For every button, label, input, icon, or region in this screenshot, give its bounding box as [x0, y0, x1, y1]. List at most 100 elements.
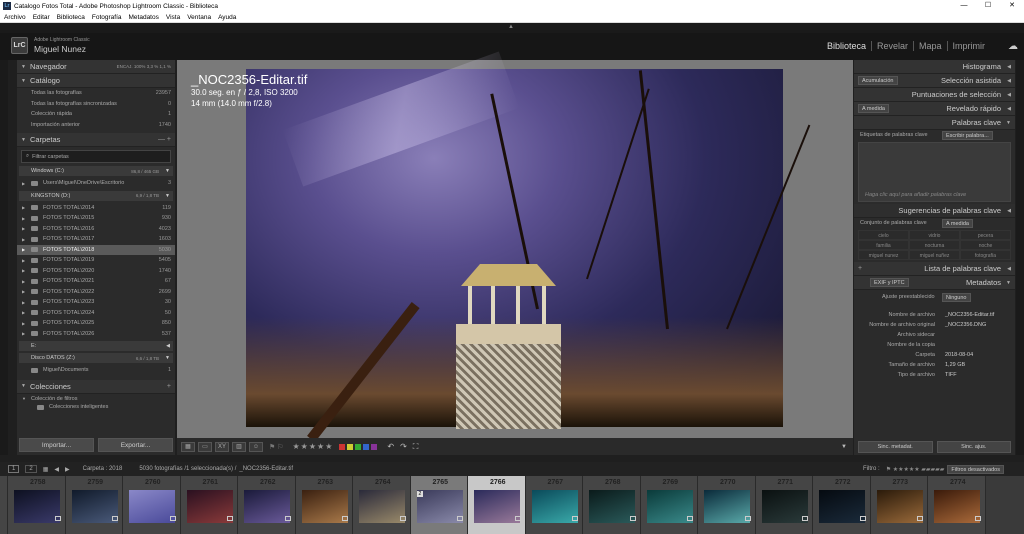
import-button[interactable]: Importar...	[19, 438, 94, 452]
filmstrip-thumbnail[interactable]: 2758	[8, 476, 66, 534]
module-biblioteca[interactable]: Biblioteca	[822, 41, 871, 51]
collection-item[interactable]: Colecciones inteligentes	[17, 404, 175, 410]
folder-path[interactable]: Carpeta : 2018	[83, 466, 123, 472]
sync-metadata-button[interactable]: Sinc. metadat.	[858, 441, 933, 453]
menu-ayuda[interactable]: Ayuda	[218, 14, 236, 21]
expand-arrow-icon[interactable]: ▶	[22, 300, 25, 305]
grid-view-icon[interactable]: ▦	[181, 441, 195, 452]
folder-item[interactable]: ▶ FOTOS TOTAL\2021 67	[17, 276, 175, 287]
metadata-field[interactable]: Nombre de archivo original _NOC2356.DNG	[854, 320, 1015, 330]
metadata-field[interactable]: Carpeta 2018-08-04	[854, 350, 1015, 360]
menu-archivo[interactable]: Archivo	[4, 14, 26, 21]
page-1-button[interactable]: 1	[8, 465, 20, 473]
expand-arrow-icon[interactable]: ▶	[22, 331, 25, 336]
rating-stars[interactable]: ★★★★★	[293, 442, 334, 451]
label-blue[interactable]	[363, 443, 370, 450]
module-revelar[interactable]: Revelar	[870, 41, 913, 51]
folders-header[interactable]: ▼ Carpetas — +	[17, 133, 175, 147]
folder-item[interactable]: ▶ Users\Miguel\OneDrive\Escritorio 3	[17, 178, 175, 189]
quick-develop-header[interactable]: A medida Revelado rápido ◀	[854, 102, 1015, 116]
keyword-set-item[interactable]: fotografía	[960, 250, 1011, 260]
keyword-set-item[interactable]: cielo	[858, 230, 909, 240]
keyword-set-row[interactable]: Conjunto de palabras clave A medida	[854, 218, 1015, 228]
menu-metadatos[interactable]: Metadatos	[129, 14, 159, 21]
main-photo[interactable]	[246, 51, 811, 443]
loupe-view-icon[interactable]: ▭	[198, 441, 212, 452]
back-icon[interactable]: ◀	[54, 466, 59, 473]
catalog-item[interactable]: Todas las fotografías sincronizadas 0	[17, 99, 175, 110]
folder-item[interactable]: ▶ FOTOS TOTAL\2024 50	[17, 308, 175, 319]
menu-fotografia[interactable]: Fotografía	[92, 14, 122, 21]
folder-item[interactable]: ▶ FOTOS TOTAL\2026 537	[17, 329, 175, 340]
loupe-view[interactable]: _NOC2356-Editar.tif 30.0 seg. en ƒ / 2,8…	[177, 51, 853, 443]
expand-arrow-icon[interactable]: ▶	[22, 226, 25, 231]
metadata-value[interactable]: 1,29 GB	[945, 362, 965, 368]
filmstrip-thumbnail[interactable]: 2762	[238, 476, 296, 534]
keyword-set-item[interactable]: miguel nunez	[858, 250, 909, 260]
expand-arrow-icon[interactable]: ▶	[22, 321, 25, 326]
catalog-item[interactable]: Colección rápida 1	[17, 109, 175, 120]
folder-item[interactable]: ▶ FOTOS TOTAL\2019 5405	[17, 255, 175, 266]
crop-icon[interactable]: ⛶	[413, 442, 419, 452]
volume-c[interactable]: Windows (C:) 86,8 / 465 GB ▼	[19, 166, 173, 176]
filmstrip-thumbnail[interactable]: 2761	[180, 476, 238, 534]
filmstrip-scroll-left[interactable]	[0, 476, 8, 534]
preset-row[interactable]: Ajuste preestablecido Ninguno	[854, 292, 1015, 302]
filmstrip-thumbnail[interactable]: 2763	[295, 476, 353, 534]
volume-d[interactable]: KINGSTON (D:) 6,9 / 1,8 TB ▼	[19, 190, 173, 201]
folder-item[interactable]: ▶ FOTOS TOTAL\2018 5030	[17, 244, 175, 255]
minimize-button[interactable]: —	[952, 0, 976, 12]
folder-item[interactable]: Miguel\Documents 1	[17, 365, 175, 376]
maximize-button[interactable]: ☐	[976, 0, 1000, 12]
navigator-header[interactable]: ▼ Navegador ENCAJ. 100% 3,3 % 1,1 %	[17, 60, 175, 74]
right-panel-toggle[interactable]	[1016, 60, 1024, 455]
collections-add-icon[interactable]: +	[167, 383, 171, 390]
expand-arrow-icon[interactable]: ▶	[22, 258, 25, 263]
folder-item[interactable]: ▶ FOTOS TOTAL\2023 30	[17, 297, 175, 308]
rotate-right-icon[interactable]: ↷	[400, 442, 407, 451]
ratings-header[interactable]: Puntuaciones de selección ◀	[854, 88, 1015, 102]
label-purple[interactable]	[371, 443, 378, 450]
filmstrip-thumbnail[interactable]: 2766	[468, 476, 526, 534]
collections-header[interactable]: ▼ Colecciones +	[17, 379, 175, 394]
folder-item[interactable]: ▶ FOTOS TOTAL\2022 2699	[17, 287, 175, 298]
filmstrip-thumbnail[interactable]: 2770	[698, 476, 756, 534]
filmstrip-thumbnail[interactable]: 2767	[525, 476, 583, 534]
module-mapa[interactable]: Mapa	[912, 41, 947, 51]
current-file[interactable]: _NOC2356-Editar.tif	[239, 466, 293, 472]
keyword-set-item[interactable]: vidrio	[909, 230, 960, 240]
menu-editar[interactable]: Editar	[33, 14, 50, 21]
metadata-value[interactable]: _NOC2356-Editar.tif	[945, 312, 994, 318]
folder-item[interactable]: ▶ FOTOS TOTAL\2017 1603	[17, 234, 175, 245]
module-imprimir[interactable]: Imprimir	[946, 41, 991, 51]
expand-arrow-icon[interactable]: ▶	[22, 310, 25, 315]
menu-ventana[interactable]: Ventana	[187, 14, 211, 21]
export-button[interactable]: Exportar...	[98, 438, 173, 452]
close-button[interactable]: ✕	[1000, 0, 1024, 12]
expand-arrow-icon[interactable]: ▶	[22, 289, 25, 294]
volume-e[interactable]: E: ◀	[19, 341, 173, 351]
filmstrip-thumbnail[interactable]: 2771	[755, 476, 813, 534]
keyword-set-item[interactable]: nocturna	[909, 240, 960, 250]
expand-arrow-icon[interactable]: ▶	[22, 268, 25, 273]
metadata-field[interactable]: Tipo de archivo TIFF	[854, 370, 1015, 380]
catalog-header[interactable]: ▼ Catálogo	[17, 74, 175, 88]
expand-arrow-icon[interactable]: ▶	[22, 237, 25, 242]
histogram-header[interactable]: Histograma ◀	[854, 60, 1015, 74]
expand-arrow-icon[interactable]: ▶	[22, 216, 25, 221]
catalog-item[interactable]: Todas las fotografías 23957	[17, 88, 175, 99]
cloud-icon[interactable]: ☁	[1008, 41, 1018, 52]
folders-add-icon[interactable]: — +	[158, 136, 171, 143]
top-panel-toggle[interactable]: ▲	[0, 23, 1024, 33]
left-panel-toggle[interactable]	[0, 60, 8, 455]
folder-item[interactable]: ▶ FOTOS TOTAL\2015 930	[17, 213, 175, 224]
filmstrip-thumbnail[interactable]: 2764	[353, 476, 411, 534]
keyword-list-header[interactable]: + Lista de palabras clave ◀	[854, 262, 1015, 276]
filter-stars[interactable]: ⚑ ★★★★★ ▰▰▰▰▰	[886, 466, 945, 473]
metadata-field[interactable]: Archivo sidecar	[854, 330, 1015, 340]
flag-icon[interactable]: ⚑ ⚐	[269, 443, 284, 451]
keyword-set-item[interactable]: pecera	[960, 230, 1011, 240]
menu-vista[interactable]: Vista	[166, 14, 180, 21]
grid-icon[interactable]: ▦	[43, 466, 49, 473]
zoom-levels[interactable]: ENCAJ. 100% 3,3 % 1,1 %	[117, 64, 171, 69]
